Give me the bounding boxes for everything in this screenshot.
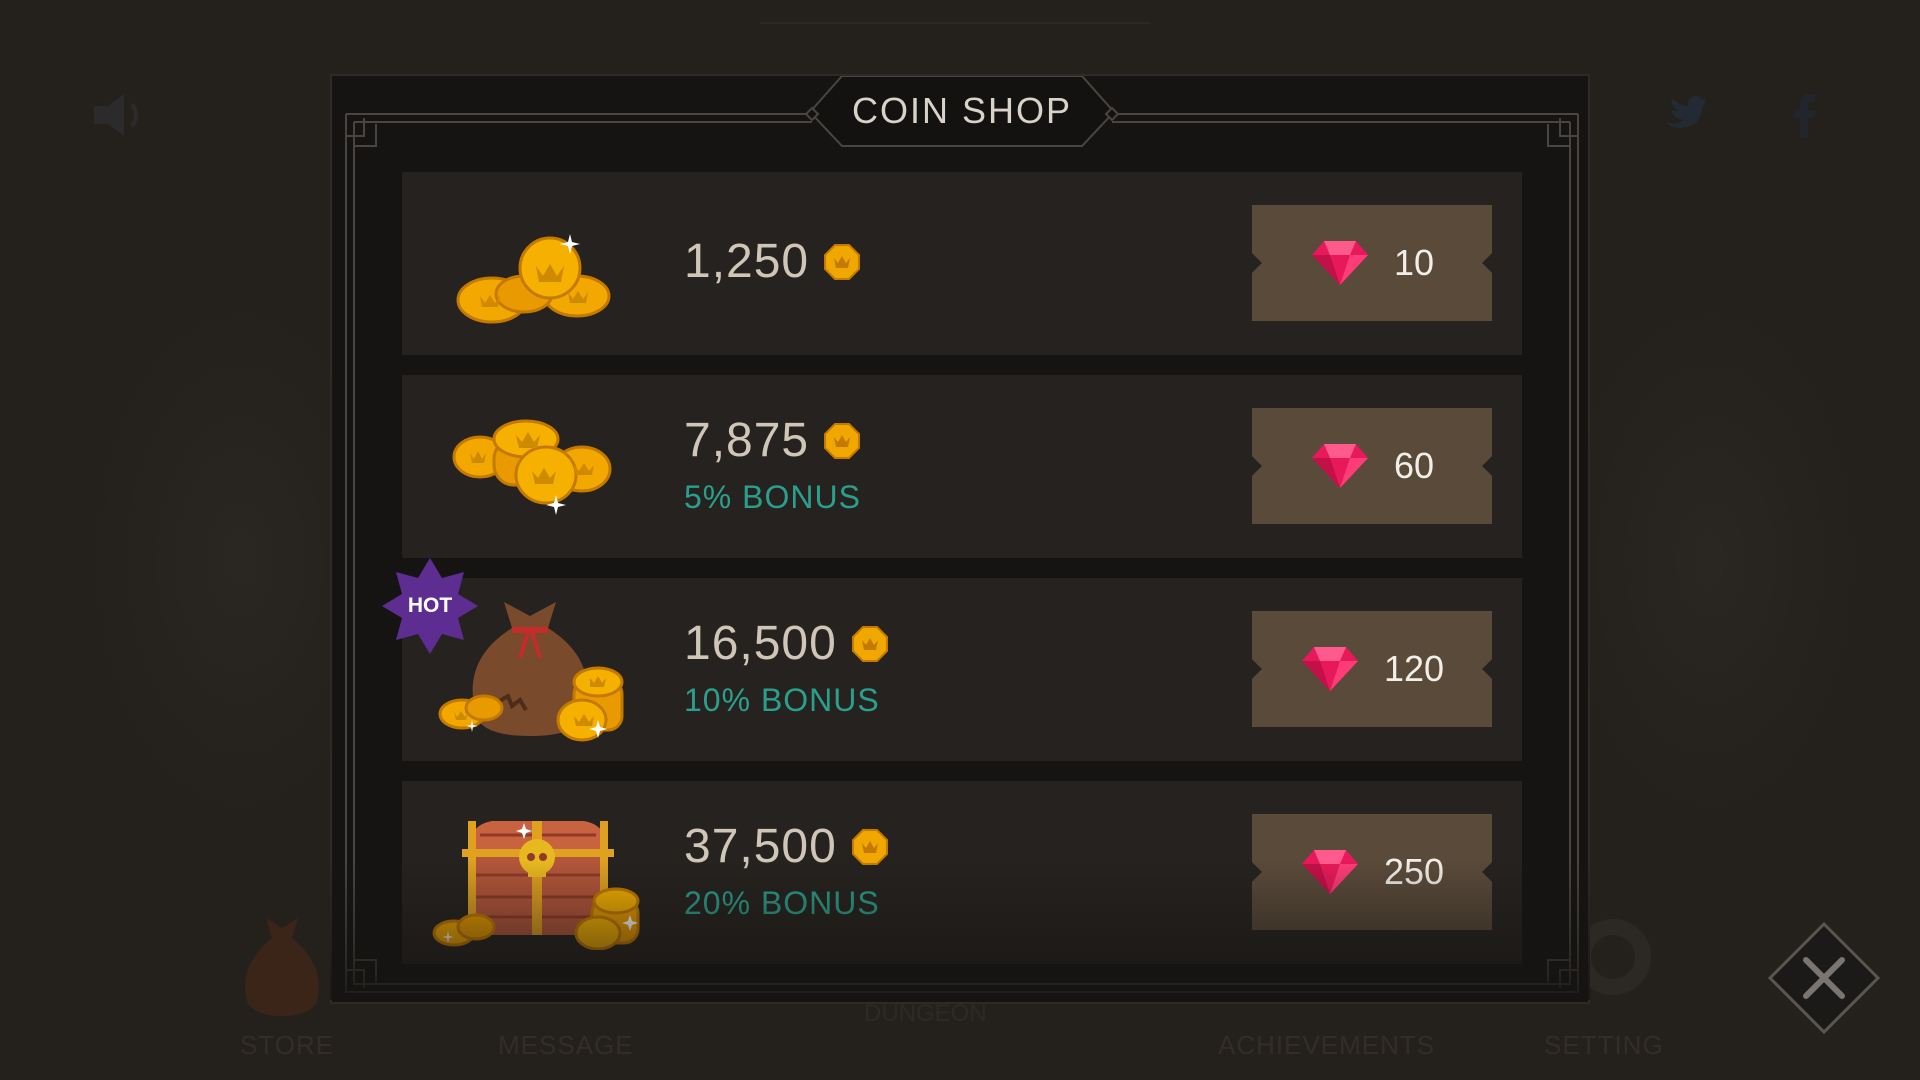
gem-price: 60 [1393, 445, 1435, 486]
nav-store-label[interactable]: STORE [240, 1030, 334, 1061]
bonus-label: 20% BONUS [684, 885, 880, 921]
coin-shop-modal: COIN SHOP 1,250 10 7,875 5% BONUS 60 HOT… [330, 74, 1590, 1004]
coin-package-row: 1,250 10 [402, 172, 1522, 355]
store-bag-icon[interactable] [236, 912, 328, 1016]
coin-amount: 7,875 [684, 414, 810, 467]
nav-setting-label[interactable]: SETTING [1544, 1030, 1664, 1061]
amount-line: 16,500 [684, 616, 889, 671]
coin-pile-large-icon [452, 419, 612, 515]
close-button[interactable] [1766, 920, 1882, 1036]
coin-amount: 16,500 [684, 617, 837, 670]
speaker-icon[interactable] [90, 90, 150, 140]
coin-icon [851, 625, 888, 662]
coin-package-row: HOT 16,500 10% BONUS 120 [382, 558, 1522, 761]
hot-badge: HOT [380, 556, 480, 656]
twitter-icon[interactable] [1662, 92, 1706, 132]
gem-icon [1311, 241, 1368, 285]
gem-icon [1301, 850, 1358, 894]
coin-package-list[interactable]: 1,250 10 7,875 5% BONUS 60 HOT 16,500 10… [382, 172, 1522, 984]
coin-amount: 1,250 [684, 235, 810, 288]
nav-message-label[interactable]: MESSAGE [498, 1030, 634, 1061]
coin-amount: 37,500 [684, 820, 837, 873]
background-glow-right [1560, 300, 1860, 820]
treasure-chest-icon [432, 821, 640, 950]
coin-package-row: 7,875 5% BONUS 60 [402, 375, 1522, 558]
nav-achievements-label[interactable]: ACHIEVEMENTS [1218, 1030, 1435, 1061]
bonus-label: 10% BONUS [684, 682, 880, 718]
nav-dungeon-label[interactable]: DUNGEON [864, 1000, 987, 1028]
coin-icon [824, 422, 861, 459]
amount-line: 1,250 [684, 234, 861, 289]
coin-icon [824, 243, 861, 280]
coin-pile-small-icon [456, 234, 611, 324]
modal-title: COIN SHOP [851, 90, 1073, 131]
gem-icon [1301, 647, 1358, 691]
buy-button[interactable]: 10 [1252, 205, 1492, 321]
gem-price: 250 [1383, 851, 1445, 892]
buy-button[interactable]: 60 [1252, 408, 1492, 524]
hot-badge-label: HOT [407, 594, 453, 617]
bonus-label: 5% BONUS [684, 479, 861, 515]
amount-line: 7,875 [684, 413, 861, 468]
coin-icon [851, 828, 888, 865]
coin-package-row: 37,500 20% BONUS 250 [402, 781, 1522, 964]
amount-line: 37,500 [684, 819, 889, 874]
background-top-divider [760, 22, 1150, 24]
buy-button[interactable]: 120 [1252, 611, 1492, 727]
facebook-icon[interactable] [1792, 92, 1816, 138]
gem-icon [1311, 444, 1368, 488]
gem-price: 120 [1383, 648, 1445, 689]
buy-button[interactable]: 250 [1252, 814, 1492, 930]
title-plate: COIN SHOP [842, 76, 1082, 146]
gem-price: 10 [1393, 242, 1435, 283]
